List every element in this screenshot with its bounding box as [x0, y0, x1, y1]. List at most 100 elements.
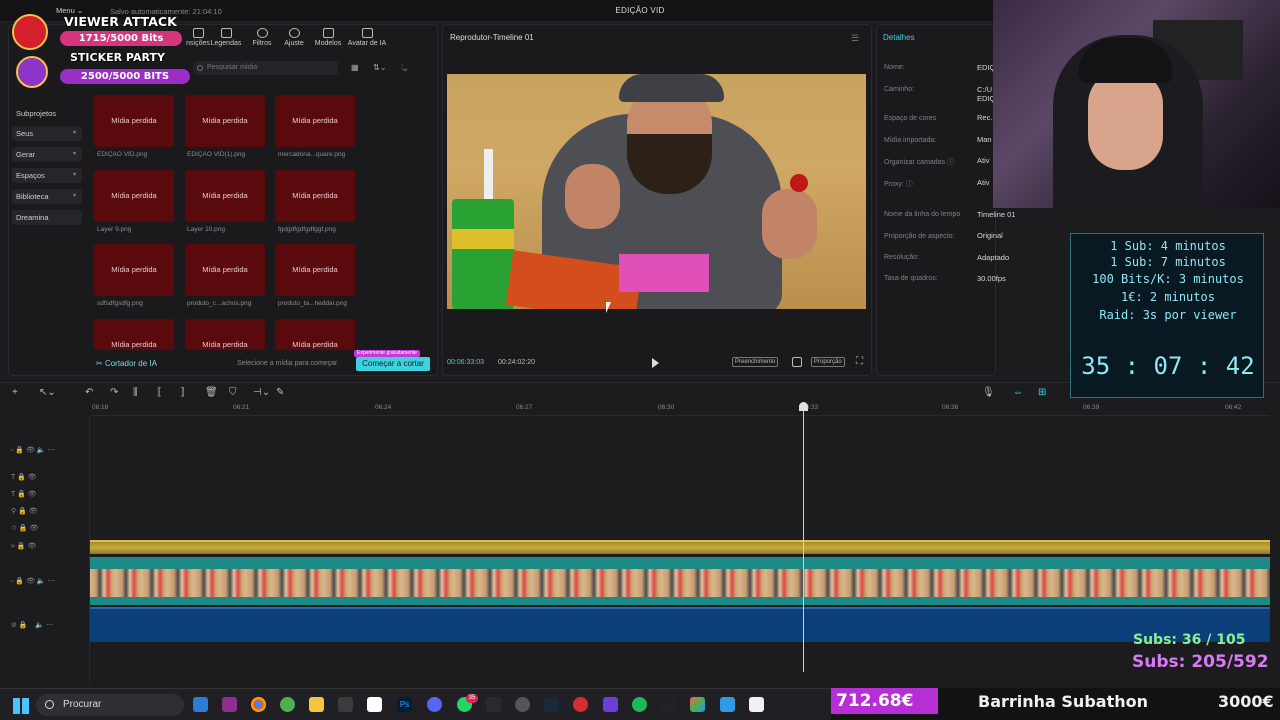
track-controls[interactable]: ✩ 🔒 👁 [11, 525, 38, 533]
sidebar-item-espacos[interactable]: Espaços ▾ [12, 168, 82, 183]
captions-tool[interactable]: Legendas [208, 28, 244, 47]
search-icon [45, 700, 54, 709]
adjust-tool[interactable]: Ajuste [276, 28, 312, 47]
fullscreen-icon[interactable]: ⛶ [856, 356, 863, 367]
app-icon[interactable] [603, 697, 618, 712]
microphone-icon[interactable]: 🎙 [982, 388, 995, 398]
undo-icon[interactable]: ↶ [85, 388, 93, 398]
media-search-input[interactable]: Pesquisar mídia [193, 61, 338, 75]
sort-icon[interactable]: ⇅⌄ [373, 63, 386, 72]
ratio-button[interactable]: Proporção [811, 357, 845, 367]
sidebar-item-gerar[interactable]: Gerar ▾ [12, 147, 82, 162]
video-hand [565, 164, 620, 229]
ai-avatar-tool[interactable]: Avatar de IA [344, 28, 390, 47]
playhead-handle[interactable] [799, 402, 808, 411]
trim-right-icon[interactable]: ⟧ [180, 388, 185, 398]
discord-icon[interactable] [427, 697, 442, 712]
app-icon[interactable] [222, 697, 237, 712]
rule-line: Raid: 3s por viewer [1099, 308, 1237, 322]
templates-tool[interactable]: Modelos [310, 28, 346, 47]
sidebar-item-seus[interactable]: Seus ▾ [12, 126, 82, 141]
subathon-goal: 3000€ [1218, 692, 1274, 711]
audio-clip-top[interactable] [90, 540, 1270, 554]
calculator-icon[interactable] [338, 697, 353, 712]
ai-cutter-link[interactable]: ✂ Cortador de IA [96, 359, 157, 368]
media-tile[interactable]: Mídia perdida [185, 170, 265, 222]
app-icon[interactable] [573, 697, 588, 712]
detail-value: Original [977, 231, 1003, 240]
play-icon[interactable] [652, 358, 659, 368]
audio-clip-main[interactable] [90, 607, 1270, 642]
magic-icon[interactable]: ✎ [276, 388, 284, 398]
media-tile[interactable]: Mídia perdida [94, 95, 174, 147]
track-controls[interactable]: ▫ 🔒 👁 🔈 ⋯ [11, 447, 55, 455]
detail-label: Mídia importada: [884, 137, 937, 144]
current-timecode: 00:06:33:03 [447, 359, 484, 366]
photos-icon[interactable] [193, 697, 208, 712]
media-tile[interactable]: Mídia perdida [185, 244, 265, 296]
track-controls[interactable]: T 🔒 👁 [11, 491, 37, 499]
media-tile[interactable]: Mídia perdida [94, 170, 174, 222]
capcut-icon[interactable] [749, 697, 764, 712]
timeline-ruler[interactable]: 06:18 06:21 06:24 06:27 06:30 06:33 06:3… [90, 402, 1270, 416]
templates-icon [322, 28, 334, 38]
media-tile[interactable]: Mídia perdida [275, 95, 355, 147]
windows-start-icon[interactable] [13, 698, 29, 714]
playhead[interactable] [803, 402, 804, 672]
media-tile[interactable]: Mídia perdida [275, 170, 355, 222]
split-icon[interactable]: ⫼ [133, 388, 138, 398]
spotify-icon[interactable] [632, 697, 647, 712]
ruler-label: 06:24 [375, 404, 392, 411]
app-icon[interactable] [690, 697, 705, 712]
webcam-feed [993, 0, 1280, 208]
filters-tool[interactable]: Filtros [244, 28, 280, 47]
sidebar-item-subprojetos[interactable]: Subprojetos [12, 106, 82, 121]
track-controls[interactable]: ≈ 🔒 👁 [11, 543, 36, 551]
track-controls[interactable]: ⚲ 🔒 👁 [11, 508, 38, 516]
link-icon[interactable]: ⇔ [1013, 388, 1023, 398]
freeze-icon[interactable]: ⊣⌄ [253, 388, 270, 398]
app-icon[interactable] [515, 697, 530, 712]
add-icon[interactable]: + [12, 388, 18, 398]
snap-icon[interactable]: ⊞ [1038, 388, 1046, 398]
menu-icon[interactable]: ☰ [851, 33, 859, 44]
delete-icon[interactable]: 🗑 [205, 388, 218, 398]
sidebar-item-dreamina[interactable]: Dreamina [12, 210, 82, 225]
chevron-down-icon: ▾ [72, 172, 76, 178]
media-tile[interactable]: Mídia perdida [94, 319, 174, 350]
marker-icon[interactable]: ⛉ [229, 388, 237, 398]
capcut-icon[interactable] [367, 697, 382, 712]
fill-button[interactable]: Preenchimento [732, 357, 779, 367]
media-tile[interactable]: Mídia perdida [185, 95, 265, 147]
media-filename: Layer 9.png [97, 226, 132, 233]
grid-view-icon[interactable]: ▦ [351, 63, 359, 72]
media-tile[interactable]: Mídia perdida [275, 244, 355, 296]
steam-icon[interactable] [544, 697, 559, 712]
track-controls[interactable]: ⊘ 🔒 🔈 ⋯ [11, 622, 53, 630]
notepad-icon[interactable] [720, 697, 735, 712]
start-cutting-button[interactable]: Começar a cortar [356, 357, 430, 371]
track-controls[interactable]: T 🔒 👁 [11, 474, 37, 482]
video-preview[interactable] [447, 74, 866, 309]
redo-icon[interactable]: ↷ [110, 388, 118, 398]
taskbar-search[interactable]: Procurar [36, 694, 184, 716]
app-icon[interactable] [280, 697, 295, 712]
media-tile[interactable]: Mídia perdida [185, 319, 265, 350]
epic-icon[interactable] [486, 697, 501, 712]
snapshot-icon[interactable] [792, 357, 802, 367]
video-clip[interactable] [90, 557, 1270, 605]
photoshop-icon[interactable]: Ps [397, 697, 412, 712]
subathon-timer: 35 : 07 : 42 [1081, 352, 1255, 380]
ruler-label: 06:30 [658, 404, 675, 411]
app-icon[interactable] [661, 697, 676, 712]
webcam-cap [1078, 38, 1173, 83]
chrome-icon[interactable] [251, 697, 266, 712]
track-controls[interactable]: ▫ 🔒 👁 🔈 ⋯ [11, 578, 55, 586]
pointer-icon[interactable]: ↖⌄ [39, 388, 56, 398]
folder-icon[interactable] [309, 697, 324, 712]
media-tile[interactable]: Mídia perdida [275, 319, 355, 350]
trim-left-icon[interactable]: ⟦ [157, 388, 162, 398]
filter-icon[interactable]: ⫶⌄ [401, 63, 407, 73]
media-tile[interactable]: Mídia perdida [94, 244, 174, 296]
sidebar-item-biblioteca[interactable]: Biblioteca ▾ [12, 189, 82, 204]
